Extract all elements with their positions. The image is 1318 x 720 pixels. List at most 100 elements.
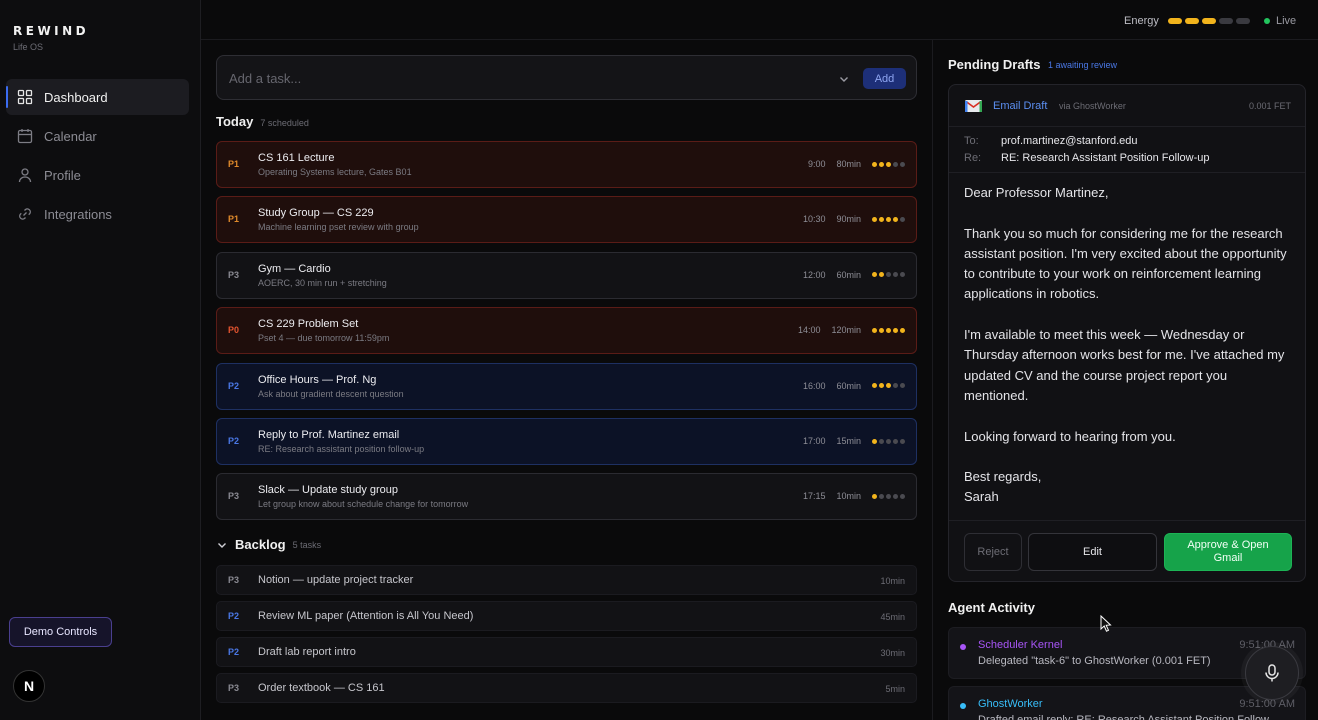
approve-open-gmail-button[interactable]: Approve & Open Gmail bbox=[1164, 533, 1292, 571]
chevron-down-icon[interactable] bbox=[837, 72, 851, 86]
task-meta: 16:00 60min bbox=[803, 381, 905, 391]
energy-dot bbox=[900, 383, 905, 389]
live-status: Live bbox=[1264, 15, 1296, 27]
energy-dot bbox=[872, 272, 877, 278]
draft-via: via GhostWorker bbox=[1059, 101, 1126, 111]
backlog-item[interactable]: P3 Order textbook — CS 161 5min bbox=[216, 673, 917, 703]
add-task-input[interactable] bbox=[229, 68, 809, 88]
task-energy-rating bbox=[872, 327, 905, 333]
sidebar-item-label: Integrations bbox=[44, 206, 112, 222]
sidebar-item-label: Dashboard bbox=[44, 89, 108, 105]
microphone-icon bbox=[1265, 664, 1279, 682]
agent-status-dot bbox=[960, 644, 966, 650]
task-time: 9:00 bbox=[807, 159, 826, 169]
energy-dot bbox=[872, 493, 877, 499]
backlog-duration: 10min bbox=[880, 576, 905, 586]
energy-dot bbox=[872, 438, 877, 444]
backlog-section-header[interactable]: Backlog 5 tasks bbox=[216, 537, 321, 552]
task-card[interactable]: P3 Slack — Update study group Let group kn… bbox=[216, 473, 917, 521]
task-card[interactable]: P2 Office Hours — Prof. Ng Ask about gradi… bbox=[216, 362, 917, 410]
task-card[interactable]: P3 Gym — Cardio AOERC, 30 min run + stretc… bbox=[216, 251, 917, 299]
task-duration: 60min bbox=[836, 380, 861, 391]
energy-dot bbox=[879, 272, 884, 278]
energy-dot bbox=[886, 216, 891, 222]
task-title: Slack — Update study group bbox=[258, 484, 399, 497]
backlog-priority: P3 bbox=[228, 683, 240, 693]
task-card[interactable]: P2 Reply to Prof. Martinez email RE: Resea… bbox=[216, 418, 917, 465]
task-priority: P1 bbox=[228, 159, 240, 169]
microphone-button[interactable] bbox=[1245, 646, 1299, 700]
task-title: Office Hours — Prof. Ng bbox=[258, 373, 377, 386]
chevron-down-icon[interactable] bbox=[216, 539, 228, 551]
sidebar-nav: Dashboard Calendar Profile Integrations bbox=[6, 79, 189, 235]
energy-dot bbox=[900, 272, 905, 278]
backlog-duration: 45min bbox=[880, 612, 905, 622]
task-card[interactable]: P0 CS 229 Problem Set Pset 4 — due tomorro… bbox=[216, 307, 917, 355]
activity-text: Drafted email reply: RE: Research Assist… bbox=[978, 714, 1270, 720]
energy-dot bbox=[886, 383, 891, 389]
task-priority: P0 bbox=[228, 325, 240, 336]
task-priority: P3 bbox=[228, 491, 240, 502]
energy-segment bbox=[1168, 18, 1182, 24]
task-duration: 90min bbox=[836, 214, 861, 225]
task-title: CS 229 Problem Set bbox=[258, 318, 359, 331]
brand-subtitle: Life OS bbox=[13, 42, 44, 52]
task-time: 10:30 bbox=[802, 214, 826, 225]
task-priority: P2 bbox=[228, 436, 240, 446]
draft-header: Email Draft via GhostWorker 0.001 FET bbox=[949, 85, 1305, 127]
energy-dot bbox=[893, 161, 898, 167]
energy-dot bbox=[886, 272, 891, 278]
demo-controls-button[interactable]: Demo Controls bbox=[9, 617, 112, 647]
backlog-item[interactable]: P2 Review ML paper (Attention is All You … bbox=[216, 601, 917, 631]
task-priority: P1 bbox=[228, 214, 240, 225]
energy-dot bbox=[886, 327, 891, 333]
sidebar-item-profile[interactable]: Profile bbox=[6, 157, 189, 193]
energy-dot bbox=[879, 327, 884, 333]
task-priority: P2 bbox=[228, 380, 240, 391]
energy-segment bbox=[1202, 18, 1216, 24]
energy-dot bbox=[893, 383, 898, 389]
task-meta: 12:00 60min bbox=[803, 270, 905, 280]
add-task-bar: Add bbox=[216, 55, 917, 100]
task-title: Gym — Cardio bbox=[258, 262, 331, 275]
add-task-button[interactable]: Add bbox=[863, 68, 906, 89]
backlog-duration: 5min bbox=[885, 684, 905, 694]
task-subtitle: Ask about gradient descent question bbox=[258, 388, 404, 399]
task-meta: 9:00 80min bbox=[808, 159, 905, 169]
sidebar-item-dashboard[interactable]: Dashboard bbox=[6, 79, 189, 115]
sidebar-item-calendar[interactable]: Calendar bbox=[6, 118, 189, 154]
backlog-title: Draft lab report intro bbox=[258, 646, 356, 658]
task-energy-rating bbox=[872, 161, 905, 167]
today-title: Today bbox=[216, 114, 254, 129]
task-energy-rating bbox=[872, 493, 905, 499]
energy-segment bbox=[1185, 18, 1199, 24]
app-logo[interactable]: N bbox=[13, 670, 45, 702]
today-count: 7 scheduled bbox=[260, 118, 309, 128]
edit-button[interactable]: Edit bbox=[1028, 533, 1157, 571]
energy-dot bbox=[879, 493, 884, 499]
energy-dot bbox=[872, 216, 877, 222]
backlog-priority: P2 bbox=[228, 647, 240, 657]
energy-dot bbox=[886, 493, 891, 499]
reject-button[interactable]: Reject bbox=[964, 533, 1022, 571]
task-energy-rating bbox=[872, 272, 905, 278]
energy-dot bbox=[886, 438, 891, 444]
backlog-item[interactable]: P3 Notion — update project tracker 10min bbox=[216, 565, 917, 595]
task-duration: 80min bbox=[836, 159, 861, 169]
energy-segment bbox=[1236, 18, 1250, 24]
backlog-duration: 30min bbox=[880, 648, 905, 658]
energy-dot bbox=[893, 272, 898, 278]
link-icon bbox=[19, 208, 31, 220]
energy-dot bbox=[900, 493, 905, 499]
task-card[interactable]: P1 Study Group — CS 229 Machine learning p… bbox=[216, 196, 917, 244]
backlog-priority: P2 bbox=[228, 611, 240, 621]
right-panel: Pending Drafts 1 awaiting review Email D… bbox=[932, 40, 1318, 720]
pending-drafts-badge: 1 awaiting review bbox=[1048, 60, 1118, 70]
calendar-icon bbox=[17, 129, 33, 144]
today-section-title: Today 7 scheduled bbox=[216, 114, 309, 129]
task-meta: 17:00 15min bbox=[803, 436, 905, 446]
backlog-item[interactable]: P2 Draft lab report intro 30min bbox=[216, 637, 917, 667]
draft-type: Email Draft bbox=[993, 100, 1048, 112]
sidebar-item-integrations[interactable]: Integrations bbox=[6, 196, 189, 232]
task-card[interactable]: P1 CS 161 Lecture Operating Systems lectur… bbox=[216, 141, 917, 188]
